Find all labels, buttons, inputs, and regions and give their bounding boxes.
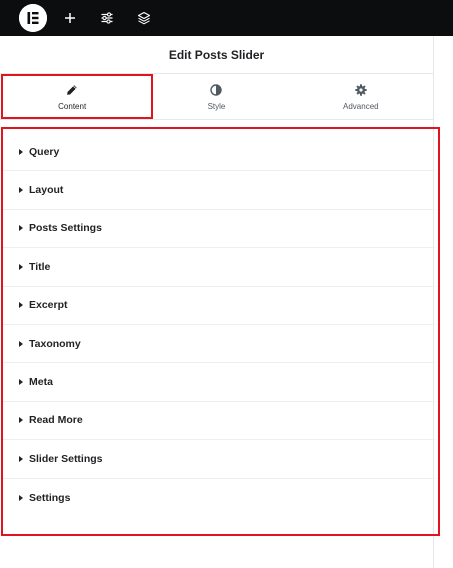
tab-style[interactable]: Style [144,74,288,119]
section-layout[interactable]: Layout [3,171,435,210]
section-label: Query [29,145,60,158]
caret-right-icon [19,225,23,232]
section-meta[interactable]: Meta [3,363,435,402]
caret-right-icon [19,340,23,347]
caret-right-icon [19,148,23,155]
section-list: Query Layout Posts Settings Title Excerp… [3,133,435,517]
caret-right-icon [19,455,23,462]
section-posts-settings[interactable]: Posts Settings [3,210,435,249]
section-label: Excerpt [29,299,68,312]
tab-content-label: Content [58,101,87,111]
panel-header: Edit Posts Slider [0,36,433,74]
section-label: Read More [29,414,83,427]
caret-right-icon [19,379,23,386]
section-label: Meta [29,376,53,389]
caret-right-icon [19,417,23,424]
half-circle-icon [209,83,223,97]
layers-icon [137,11,151,25]
section-label: Taxonomy [29,337,81,350]
section-taxonomy[interactable]: Taxonomy [3,325,435,364]
section-excerpt[interactable]: Excerpt [3,287,435,325]
site-settings-button[interactable] [97,8,117,28]
add-element-button[interactable] [60,8,80,28]
caret-right-icon [19,187,23,194]
section-label: Settings [29,491,71,504]
sliders-icon [101,12,113,24]
panel-title: Edit Posts Slider [168,47,265,62]
section-settings[interactable]: Settings [3,479,435,517]
caret-right-icon [19,263,23,270]
editor-topbar [0,0,453,36]
tab-advanced-label: Advanced [343,101,379,111]
section-read-more[interactable]: Read More [3,402,435,441]
tab-style-label: Style [207,101,226,111]
tab-content[interactable]: Content [0,74,144,119]
section-label: Title [29,260,51,273]
plus-icon [65,13,75,23]
section-label: Layout [29,184,64,197]
caret-right-icon [19,494,23,501]
pencil-icon [65,83,79,97]
section-label: Posts Settings [29,222,102,235]
elementor-logo-icon[interactable] [19,4,47,32]
tab-advanced[interactable]: Advanced [289,74,433,119]
structure-button[interactable] [134,8,154,28]
panel-tabs: Content Style Advanced [0,74,433,120]
caret-right-icon [19,302,23,309]
section-query[interactable]: Query [3,133,435,172]
gear-icon [354,83,368,97]
preview-area-edge [435,36,453,568]
section-label: Slider Settings [29,452,103,465]
section-slider-settings[interactable]: Slider Settings [3,440,435,479]
section-title[interactable]: Title [3,248,435,287]
